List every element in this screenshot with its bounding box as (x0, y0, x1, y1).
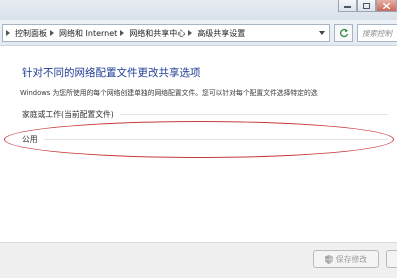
breadcrumb-item-control-panel[interactable]: 控制面板 (15, 28, 47, 39)
save-changes-button[interactable]: 保存修改 (313, 250, 379, 268)
close-button[interactable] (376, 0, 397, 12)
minimize-button[interactable] (338, 0, 357, 12)
chevron-right-icon[interactable] (50, 29, 56, 37)
search-input[interactable]: 搜索控制 (357, 24, 397, 42)
save-button-label: 保存修改 (335, 254, 368, 264)
breadcrumb-item-advanced-sharing[interactable]: 高级共享设置 (197, 28, 245, 39)
refresh-button[interactable] (334, 24, 353, 42)
breadcrumb-item-network-internet[interactable]: 网络和 Internet (59, 28, 117, 39)
cancel-button[interactable] (386, 250, 397, 268)
chevron-right-icon[interactable] (120, 29, 126, 37)
page-description: Windows 为您所使用的每个网络创建单独的网络配置文件。您可以针对每个配置文… (20, 89, 318, 97)
annotation-ellipse (4, 121, 394, 158)
maximize-icon (363, 2, 370, 9)
footer-bar: 保存修改 (0, 242, 397, 278)
close-icon (383, 2, 390, 9)
shield-icon (324, 254, 333, 264)
divider (119, 113, 388, 115)
minimize-icon (344, 5, 351, 8)
refresh-icon (339, 28, 348, 38)
address-bar-row: 控制面板 网络和 Internet 网络和共享中心 高级共享设置 搜索控制 (0, 20, 397, 46)
title-bar (0, 0, 397, 20)
maximize-button[interactable] (357, 0, 376, 12)
profile-section-home-work[interactable]: 家庭或工作(当前配置文件) (22, 108, 388, 120)
chevron-right-icon[interactable] (6, 29, 12, 37)
profile-label: 家庭或工作(当前配置文件) (22, 109, 114, 119)
chevron-down-icon[interactable] (318, 29, 326, 37)
breadcrumb[interactable]: 控制面板 网络和 Internet 网络和共享中心 高级共享设置 (2, 24, 330, 42)
breadcrumb-item-network-sharing-center[interactable]: 网络和共享中心 (129, 28, 185, 39)
chevron-right-icon[interactable] (188, 29, 194, 37)
page-title: 针对不同的网络配置文件更改共享选项 (22, 67, 201, 79)
